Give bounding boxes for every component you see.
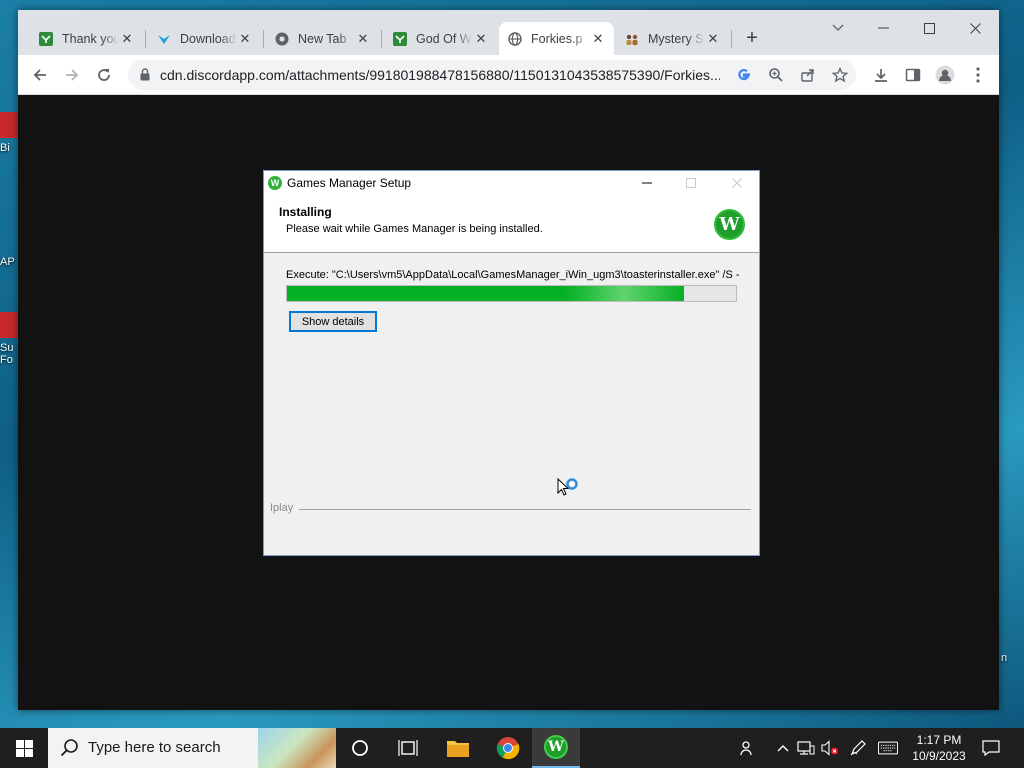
games-manager-taskbar-button[interactable]: W xyxy=(532,728,580,768)
installing-subheading: Please wait while Games Manager is being… xyxy=(286,223,543,235)
close-window-button[interactable] xyxy=(955,14,995,42)
download-icon[interactable] xyxy=(869,63,893,87)
dialog-maximize-button xyxy=(669,171,713,195)
close-icon[interactable]: ✕ xyxy=(705,31,721,47)
tab-title: Mystery S xyxy=(648,31,704,46)
desktop-icon-3[interactable]: Su Fo xyxy=(0,312,18,366)
network-icon[interactable] xyxy=(796,738,816,758)
url-text[interactable]: cdn.discordapp.com/attachments/991801988… xyxy=(160,67,720,83)
system-clock[interactable]: 1:17 PM 10/9/2023 xyxy=(906,732,972,764)
installer-dialog: W Games Manager Setup Installing Please … xyxy=(263,170,760,556)
execute-status-text: Execute: "C:\Users\vm5\AppData\Local\Gam… xyxy=(286,269,740,281)
search-icon xyxy=(60,738,80,763)
taskbar-search-box[interactable]: Type here to search xyxy=(48,728,336,768)
desktop-icon-label: Bi xyxy=(0,142,10,154)
brand-label: Iplay xyxy=(270,502,294,514)
back-button[interactable] xyxy=(26,61,54,89)
star-icon[interactable] xyxy=(830,65,850,85)
task-view-button[interactable] xyxy=(384,728,432,768)
dialog-close-button xyxy=(715,171,759,195)
dialog-header: Installing Please wait while Games Manag… xyxy=(264,195,759,253)
dialog-minimize-button[interactable] xyxy=(625,171,669,195)
tab-thank-you[interactable]: Thank you ✕ xyxy=(30,22,143,55)
tab-download[interactable]: Download ✕ xyxy=(148,22,261,55)
desktop-icon-2[interactable]: AP xyxy=(0,256,18,268)
close-icon[interactable]: ✕ xyxy=(355,31,371,47)
chrome-taskbar-button[interactable] xyxy=(484,728,532,768)
notification-center-icon[interactable] xyxy=(981,738,1001,758)
clock-time: 1:17 PM xyxy=(916,733,962,747)
minimize-button[interactable] xyxy=(863,14,903,42)
games-manager-logo: W xyxy=(714,209,745,240)
tab-strip: Thank you ✕ Download ✕ New Tab ✕ God Of … xyxy=(18,10,999,55)
desktop-app-tile xyxy=(0,312,18,338)
progress-fill xyxy=(287,286,685,301)
people-tray-icon[interactable] xyxy=(737,738,757,758)
blue-arrow-icon xyxy=(156,31,172,47)
close-icon[interactable]: ✕ xyxy=(590,31,606,47)
address-bar[interactable]: cdn.discordapp.com/attachments/991801988… xyxy=(128,60,856,90)
desktop-icon-fragment: n xyxy=(1001,652,1008,664)
green-check-icon xyxy=(38,31,54,47)
dialog-titlebar[interactable]: W Games Manager Setup xyxy=(264,171,759,195)
touch-keyboard-icon[interactable] xyxy=(878,738,898,758)
install-progress-bar xyxy=(286,285,737,302)
profile-avatar-icon[interactable] xyxy=(933,63,957,87)
games-manager-icon: W xyxy=(544,735,568,759)
tab-god-of-war[interactable]: God Of W ✕ xyxy=(384,22,497,55)
browser-toolbar: cdn.discordapp.com/attachments/991801988… xyxy=(18,55,999,95)
show-details-button[interactable]: Show details xyxy=(289,311,377,332)
zoom-icon[interactable] xyxy=(766,65,786,85)
close-icon[interactable]: ✕ xyxy=(119,31,135,47)
file-explorer-button[interactable] xyxy=(434,728,482,768)
new-tab-button[interactable]: + xyxy=(740,26,764,50)
tab-title: Thank you xyxy=(62,31,119,46)
busy-cursor-icon xyxy=(557,477,581,507)
tab-search-chevron-icon[interactable] xyxy=(818,14,858,42)
dialog-title: Games Manager Setup xyxy=(287,176,412,190)
volume-muted-icon[interactable] xyxy=(820,738,840,758)
tab-new-tab[interactable]: New Tab ✕ xyxy=(266,22,379,55)
pen-workspace-icon[interactable] xyxy=(848,738,868,758)
desktop-icon-1[interactable]: Bi xyxy=(0,112,18,154)
task-view-icon xyxy=(398,740,418,756)
people-icon xyxy=(624,31,640,47)
windows-logo-icon xyxy=(15,739,33,757)
tab-title: Forkies.p xyxy=(531,31,583,46)
folder-icon xyxy=(447,741,469,757)
desktop-app-tile xyxy=(0,112,18,138)
clock-date: 10/9/2023 xyxy=(912,749,966,763)
cortana-icon xyxy=(352,740,368,756)
globe-icon xyxy=(507,31,523,47)
lock-icon[interactable] xyxy=(140,68,150,86)
tab-title: Download xyxy=(180,31,236,46)
reload-button[interactable] xyxy=(90,61,118,89)
menu-kebab-icon[interactable] xyxy=(966,63,990,87)
forward-button[interactable] xyxy=(58,61,86,89)
desktop-icon-label: AP xyxy=(0,256,15,268)
show-hidden-icons-chevron-icon[interactable] xyxy=(773,738,793,758)
tab-title: God Of W xyxy=(416,31,472,46)
taskbar: Type here to search W 1:17 PM 10/9/2023 xyxy=(0,728,1024,768)
google-translate-icon[interactable] xyxy=(734,65,754,85)
search-highlight-image[interactable] xyxy=(258,728,336,768)
green-check-icon xyxy=(392,31,408,47)
close-icon[interactable]: ✕ xyxy=(237,31,253,47)
games-manager-app-icon: W xyxy=(268,176,282,190)
tab-forkies-active[interactable]: Forkies.p ✕ xyxy=(499,22,614,55)
start-button[interactable] xyxy=(0,728,48,768)
chrome-icon xyxy=(274,31,290,47)
desktop-icon-label: Su Fo xyxy=(0,342,14,366)
brand-divider xyxy=(299,509,751,510)
maximize-button[interactable] xyxy=(909,14,949,42)
tab-title: New Tab xyxy=(298,31,347,46)
search-placeholder: Type here to search xyxy=(88,739,221,756)
chrome-icon xyxy=(496,737,520,760)
cortana-button[interactable] xyxy=(336,728,384,768)
close-icon[interactable]: ✕ xyxy=(473,31,489,47)
share-icon[interactable] xyxy=(798,65,818,85)
side-panel-icon[interactable] xyxy=(901,63,925,87)
installing-heading: Installing xyxy=(279,205,332,219)
tab-mystery[interactable]: Mystery S ✕ xyxy=(616,22,729,55)
